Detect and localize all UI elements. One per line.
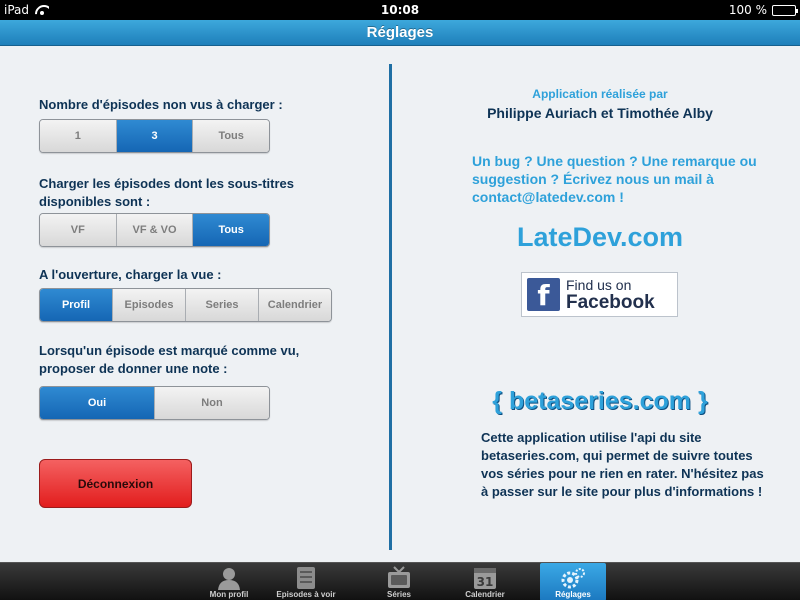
facebook-line2: Facebook: [566, 291, 655, 313]
contact-text: Un bug ? Une question ? Une remarque ou …: [472, 153, 757, 205]
latedev-link[interactable]: LateDev.com: [480, 222, 720, 253]
tab-series[interactable]: Séries: [366, 563, 432, 600]
tab-label: Séries: [386, 590, 412, 599]
segment-option-1[interactable]: 1: [40, 120, 117, 152]
rating-prompt-segmented: Oui Non: [39, 386, 270, 420]
facebook-line1: Find us on: [566, 276, 632, 293]
tab-label: Calendrier: [465, 590, 505, 599]
segment-option-oui[interactable]: Oui: [40, 387, 155, 419]
tab-episodes-a-voir[interactable]: Episodes à voir: [273, 563, 339, 600]
segment-option-vf[interactable]: VF: [40, 214, 117, 246]
unseen-episodes-label: Nombre d'épisodes non vus à charger :: [39, 97, 283, 112]
person-icon: [218, 568, 240, 590]
rating-prompt-label: Lorsqu'un épisode est marqué comme vu, p…: [39, 343, 300, 376]
segment-option-tous[interactable]: Tous: [193, 120, 269, 152]
calendar-icon-day: 31: [477, 575, 494, 589]
segment-option-tous[interactable]: Tous: [193, 214, 269, 246]
nav-bar: Réglages: [0, 20, 800, 46]
page-title: Réglages: [366, 24, 434, 41]
tab-reglages[interactable]: Réglages: [540, 563, 606, 600]
startup-view-label: A l'ouverture, charger la vue :: [39, 267, 222, 282]
segment-option-vf-vo[interactable]: VF & VO: [116, 214, 194, 246]
subtitles-segmented: VF VF & VO Tous: [39, 213, 270, 247]
facebook-button[interactable]: f Find us on Facebook: [521, 272, 678, 317]
battery-percent: 100 %: [728, 3, 767, 17]
calendar-icon: 31: [474, 568, 496, 589]
tab-mon-profil[interactable]: Mon profil: [196, 563, 262, 600]
facebook-icon: f: [527, 278, 560, 311]
segment-option-non[interactable]: Non: [155, 387, 269, 419]
unseen-episodes-segmented: 1 3 Tous: [39, 119, 270, 153]
subtitles-label: Charger les épisodes dont les sous-titre…: [39, 176, 295, 209]
startup-view-segmented: Profil Episodes Series Calendrier: [39, 288, 332, 322]
segment-option-series[interactable]: Series: [186, 289, 259, 321]
segment-option-calendrier[interactable]: Calendrier: [259, 289, 331, 321]
clock: 10:08: [380, 3, 420, 17]
segment-option-3[interactable]: 3: [116, 120, 194, 152]
gears-icon: [561, 568, 585, 589]
segment-option-episodes[interactable]: Episodes: [113, 289, 186, 321]
tab-label: Episodes à voir: [276, 590, 336, 599]
made-by-text: Application réalisée par: [532, 87, 668, 101]
tab-bar: Mon profil Episodes à voir Séries 31 Cal…: [0, 562, 800, 600]
tab-calendrier[interactable]: 31 Calendrier: [452, 563, 518, 600]
authors-text: Philippe Auriach et Timothée Alby: [487, 105, 713, 121]
api-info-text: Cette application utilise l'api du site …: [481, 430, 764, 499]
segment-option-profil[interactable]: Profil: [40, 289, 113, 321]
logout-button[interactable]: Déconnexion: [39, 459, 192, 508]
tab-label: Mon profil: [209, 590, 249, 599]
tab-label: Réglages: [555, 590, 591, 599]
list-icon: [297, 567, 315, 589]
tv-icon: [388, 566, 410, 588]
vertical-divider: [389, 64, 392, 550]
status-bar: iPad 10:08 100 %: [0, 0, 800, 20]
battery-icon: [772, 4, 798, 16]
betaseries-logo[interactable]: { betaseries.com }: [480, 387, 720, 416]
facebook-text: Find us on Facebook: [566, 278, 655, 312]
